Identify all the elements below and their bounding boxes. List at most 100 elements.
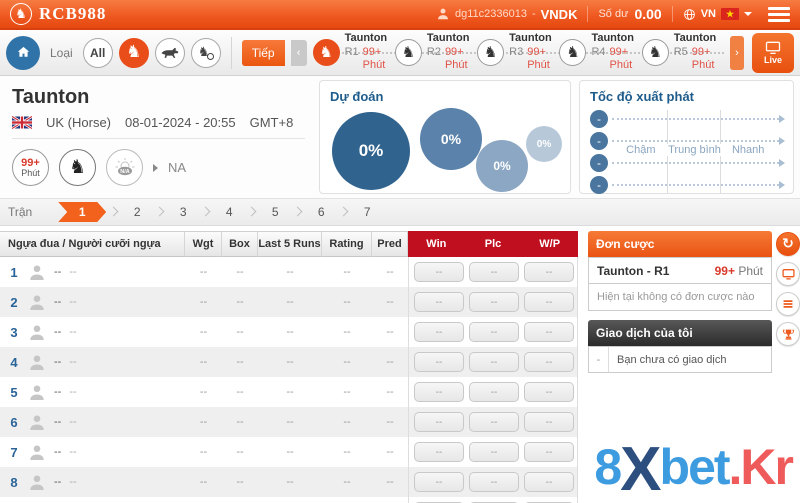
race-number: R3	[509, 46, 523, 74]
race-number-tab[interactable]: 3	[168, 202, 198, 222]
wp-odds-button[interactable]: --	[524, 442, 574, 462]
wp-odds-button[interactable]: --	[524, 472, 574, 492]
runner-rating: --	[322, 386, 372, 398]
runner-row: 6 -- -- -- -- -- -- -- -- --	[0, 407, 578, 437]
jockey-avatar	[28, 293, 46, 312]
jockey-avatar	[28, 383, 46, 402]
race-carousel-item[interactable]: ♞ Taunton R1 99+ Phút	[313, 33, 395, 73]
plc-odds-button[interactable]: --	[469, 322, 519, 342]
speed-marker: -	[590, 132, 608, 150]
speed-marker: -	[590, 110, 608, 128]
prediction-title: Dự đoán	[330, 89, 560, 104]
speed-marker: -	[590, 176, 608, 194]
horse-name: --	[54, 326, 61, 338]
runner-box: --	[222, 416, 258, 428]
currency-code: VNDK	[541, 7, 578, 22]
live-button[interactable]: Live	[752, 33, 794, 73]
win-odds-button[interactable]: --	[414, 262, 464, 282]
horse-logo-icon: ♞	[10, 3, 32, 25]
horse-icon: ♞	[395, 39, 422, 66]
filter-all-button[interactable]: All	[83, 38, 113, 68]
race-carousel-item[interactable]: ♞ Taunton R3 99+ Phút	[477, 33, 559, 73]
runner-weight: --	[185, 386, 222, 398]
runner-weight: --	[185, 326, 222, 338]
top-header: ♞ RCB988 dg11c2336013 - VNDK Số dư 0.00 …	[0, 0, 800, 30]
race-number-tab[interactable]: 1	[58, 202, 106, 222]
race-info-band: Taunton UK (Horse) 08-01-2024 - 20:55 GM…	[0, 76, 800, 198]
home-button[interactable]	[6, 36, 40, 70]
plc-odds-button[interactable]: --	[469, 442, 519, 462]
race-venue: Taunton	[427, 32, 477, 46]
plc-odds-button[interactable]: --	[469, 412, 519, 432]
plc-odds-button[interactable]: --	[469, 382, 519, 402]
plc-odds-button[interactable]: --	[469, 262, 519, 282]
race-number-tab[interactable]: 4	[214, 202, 244, 222]
win-odds-button[interactable]: --	[414, 322, 464, 342]
wp-odds-button[interactable]: --	[524, 382, 574, 402]
runner-pred: --	[372, 266, 408, 278]
win-odds-button[interactable]: --	[414, 472, 464, 492]
carousel-next-button[interactable]: ›	[730, 36, 744, 70]
leaderboard-button[interactable]	[776, 322, 800, 346]
brand-logo[interactable]: ♞ RCB988	[10, 3, 106, 25]
runner-row: 5 -- -- -- -- -- -- -- -- --	[0, 377, 578, 407]
transactions-empty-row: - Bạn chưa có giao dịch	[588, 346, 772, 373]
results-list-button[interactable]	[776, 292, 800, 316]
username: dg11c2336013	[455, 8, 527, 20]
plc-odds-button[interactable]: --	[469, 352, 519, 372]
wp-odds-button[interactable]: --	[524, 322, 574, 342]
race-carousel-item[interactable]: ♞ Taunton R5 99+ Phút	[642, 33, 724, 73]
win-odds-button[interactable]: --	[414, 382, 464, 402]
user-account[interactable]: dg11c2336013 - VNDK	[436, 7, 578, 22]
col-header-box: Box	[222, 231, 258, 257]
transactions-header: Giao dịch của tôi	[588, 320, 772, 346]
carousel-prev-button[interactable]: ‹	[291, 40, 307, 66]
live-stream-button[interactable]	[776, 262, 800, 286]
runner-rating: --	[322, 476, 372, 488]
wp-odds-button[interactable]: --	[524, 412, 574, 432]
betslip-countdown: 99+	[715, 264, 735, 278]
language-selector[interactable]: VN ★	[683, 8, 752, 21]
balance-value: 0.00	[634, 6, 661, 22]
prediction-bubbles: 0% 0% 0% 0%	[330, 108, 560, 192]
runner-weight: --	[185, 416, 222, 428]
filter-greyhound-button[interactable]	[155, 38, 185, 68]
refresh-button[interactable]: ↻	[776, 232, 800, 256]
col-header-win: Win	[408, 238, 465, 250]
race-timezone: GMT+8	[250, 115, 294, 130]
plc-odds-button[interactable]: --	[469, 292, 519, 312]
race-carousel: ♞ Taunton R1 99+ Phút ♞ Taunton	[313, 33, 724, 73]
filter-horse-racing-button[interactable]: ♞	[119, 38, 149, 68]
race-number: R1	[345, 46, 359, 74]
runner-rating: --	[322, 326, 372, 338]
win-odds-button[interactable]: --	[414, 412, 464, 432]
race-number-tab[interactable]: 7	[352, 202, 382, 222]
runner-row: 9 -- -- -- -- -- -- -- -- --	[0, 497, 578, 503]
win-odds-button[interactable]: --	[414, 442, 464, 462]
race-number-tab[interactable]: 5	[260, 202, 290, 222]
wp-odds-button[interactable]: --	[524, 262, 574, 282]
plc-odds-button[interactable]: --	[469, 472, 519, 492]
runner-number: 2	[6, 295, 22, 310]
race-info-panel: Taunton UK (Horse) 08-01-2024 - 20:55 GM…	[6, 80, 311, 194]
runner-row: 8 -- -- -- -- -- -- -- -- --	[0, 467, 578, 497]
wp-odds-button[interactable]: --	[524, 352, 574, 372]
runners-table: Ngựa đua / Người cưỡi ngựa Wgt Box Last …	[0, 231, 578, 503]
runner-row: 7 -- -- -- -- -- -- -- -- --	[0, 437, 578, 467]
race-number-tab[interactable]: 6	[306, 202, 336, 222]
runners-table-body: 1 -- -- -- -- -- -- -- -- --	[0, 257, 578, 503]
win-odds-button[interactable]: --	[414, 352, 464, 372]
menu-button[interactable]	[768, 7, 790, 22]
wp-odds-button[interactable]: --	[524, 292, 574, 312]
race-title: Taunton	[12, 86, 305, 109]
start-speed-panel: Tốc độ xuất phát - - - - Chậm Trung bình	[579, 80, 794, 194]
race-carousel-item[interactable]: ♞ Taunton R2 99+ Phút	[395, 33, 477, 73]
next-races-button[interactable]: Tiếp	[242, 40, 285, 66]
race-carousel-item[interactable]: ♞ Taunton R4 99+ Phút	[559, 33, 641, 73]
filter-harness-button[interactable]: ♞	[191, 38, 221, 68]
horse-icon: ♞	[313, 39, 340, 66]
race-number-tab[interactable]: 2	[122, 202, 152, 222]
horse-icon: ♞	[126, 44, 141, 61]
win-odds-button[interactable]: --	[414, 292, 464, 312]
race-tabs-label: Trận	[8, 205, 32, 219]
